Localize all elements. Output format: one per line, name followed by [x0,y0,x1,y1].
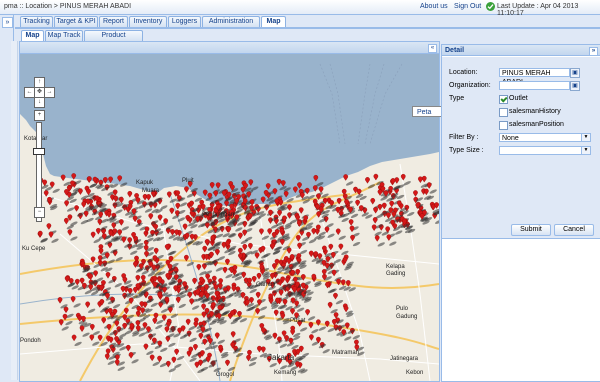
tab-inventory[interactable]: Inventory [129,16,167,27]
submit-button[interactable]: Submit [511,224,551,236]
collapse-map-icon[interactable]: « [428,44,437,53]
type-size-select[interactable]: ▼ [499,146,591,155]
label-pluit: Pluit [182,178,194,184]
label-grogol: Grogol [216,372,234,378]
zoom-in-icon[interactable]: + [34,110,45,121]
sign-out-link[interactable]: Sign Out [454,3,481,10]
subtab-map[interactable]: Map [21,30,44,41]
chevron-down-icon: ▼ [581,147,590,154]
pan-down-icon[interactable]: ↓ [34,97,45,108]
tab-report[interactable]: Report [99,16,128,27]
type-outlet-checkbox[interactable] [499,95,508,104]
label-pondoh: Pondoh [20,338,41,344]
zoom-out-icon[interactable]: − [34,207,45,218]
label-kebon: Kebon [406,370,423,376]
tab-target-kpi[interactable]: Target & KPI [54,16,98,27]
label-kapuk: Kapuk [136,180,154,186]
chevron-down-icon: ▼ [581,134,590,141]
tab-administration[interactable]: Administration [202,16,260,27]
type-salesman-position-label: salesmanPosition [509,121,564,128]
type-salesman-history-label: salesmanHistory [509,108,561,115]
location-field[interactable]: PINUS MERAH ABADI [499,68,570,86]
expand-west-icon[interactable]: » [2,17,13,28]
label-pusat: Pusat [290,318,306,324]
organization-lookup-icon[interactable]: ▣ [570,81,580,91]
detail-form: Location: PINUS MERAH ABADI ▣ Organizati… [442,57,600,239]
detail-title: Detail [445,47,465,54]
top-bar: pma :: Location > PINUS MERAH ABADI Abou… [0,0,600,17]
label-gadung: Gadung [396,314,417,320]
type-outlet-label: Outlet [509,95,528,102]
label-pulo: Pulo [396,306,409,312]
detail-panel-header: Detail » [442,45,600,56]
type-label: Type [449,95,465,102]
label-gading: Gading [386,271,405,277]
type-size-label: Type Size : [449,147,484,154]
organization-field[interactable] [499,81,570,90]
map-canvas[interactable]: Kapuk Muara Pluit Penjaringan Gambir Pus… [20,54,439,381]
map-panel: « Kapuk Muara Pluit Penjaringan Gambir P… [19,41,454,382]
pan-right-icon[interactable]: → [44,87,55,98]
label-muara: Muara [142,188,160,194]
organization-label: Organization: [449,82,491,89]
location-lookup-icon[interactable]: ▣ [570,68,580,78]
label-cengkareng: Ku Cepe [22,246,46,252]
label-jatinegara: Jatinegara [390,356,419,362]
label-kelapa: Kelapa [386,264,405,270]
detail-panel: Detail » Location: PINUS MERAH ABADI ▣ O… [441,44,600,382]
location-label: Location: [449,69,478,76]
filter-by-value: None [502,135,519,142]
type-salesman-position-checkbox[interactable] [499,121,508,130]
about-us-link[interactable]: About us [420,3,448,10]
map-subtabs: Map Map Track Product Spreading [19,30,600,49]
map-type-value: Peta [417,109,432,116]
cancel-button[interactable]: Cancel [554,224,594,236]
zoom-slider-thumb[interactable] [33,148,45,155]
tab-tracking[interactable]: Tracking [20,16,53,27]
tab-loggers[interactable]: Loggers [168,16,201,27]
status-ok-icon [486,2,495,11]
label-matraman: Matraman [332,350,359,356]
filter-by-select[interactable]: None ▼ [499,133,591,142]
map-svg[interactable]: Kapuk Muara Pluit Penjaringan Gambir Pus… [20,54,439,381]
label-jakarta: Jakarta [268,353,295,362]
subtab-product-spreading[interactable]: Product Spreading [84,30,143,49]
left-scroll-rail[interactable] [11,41,18,380]
filter-by-label: Filter By : [449,134,479,141]
label-gambir: Gambir [256,282,276,288]
collapse-detail-icon[interactable]: » [589,47,598,56]
subtab-map-track[interactable]: Map Track [45,30,83,41]
tab-strip-divider [15,27,600,29]
label-kemang: Kemang [274,370,296,376]
label-penjaringan: Penjaringan [202,212,234,218]
main-tabs: Tracking Target & KPI Report Inventory L… [15,15,600,28]
type-salesman-history-checkbox[interactable] [499,108,508,117]
breadcrumb: pma :: Location > PINUS MERAH ABADI [4,3,132,10]
map-panel-header: « [20,42,439,54]
